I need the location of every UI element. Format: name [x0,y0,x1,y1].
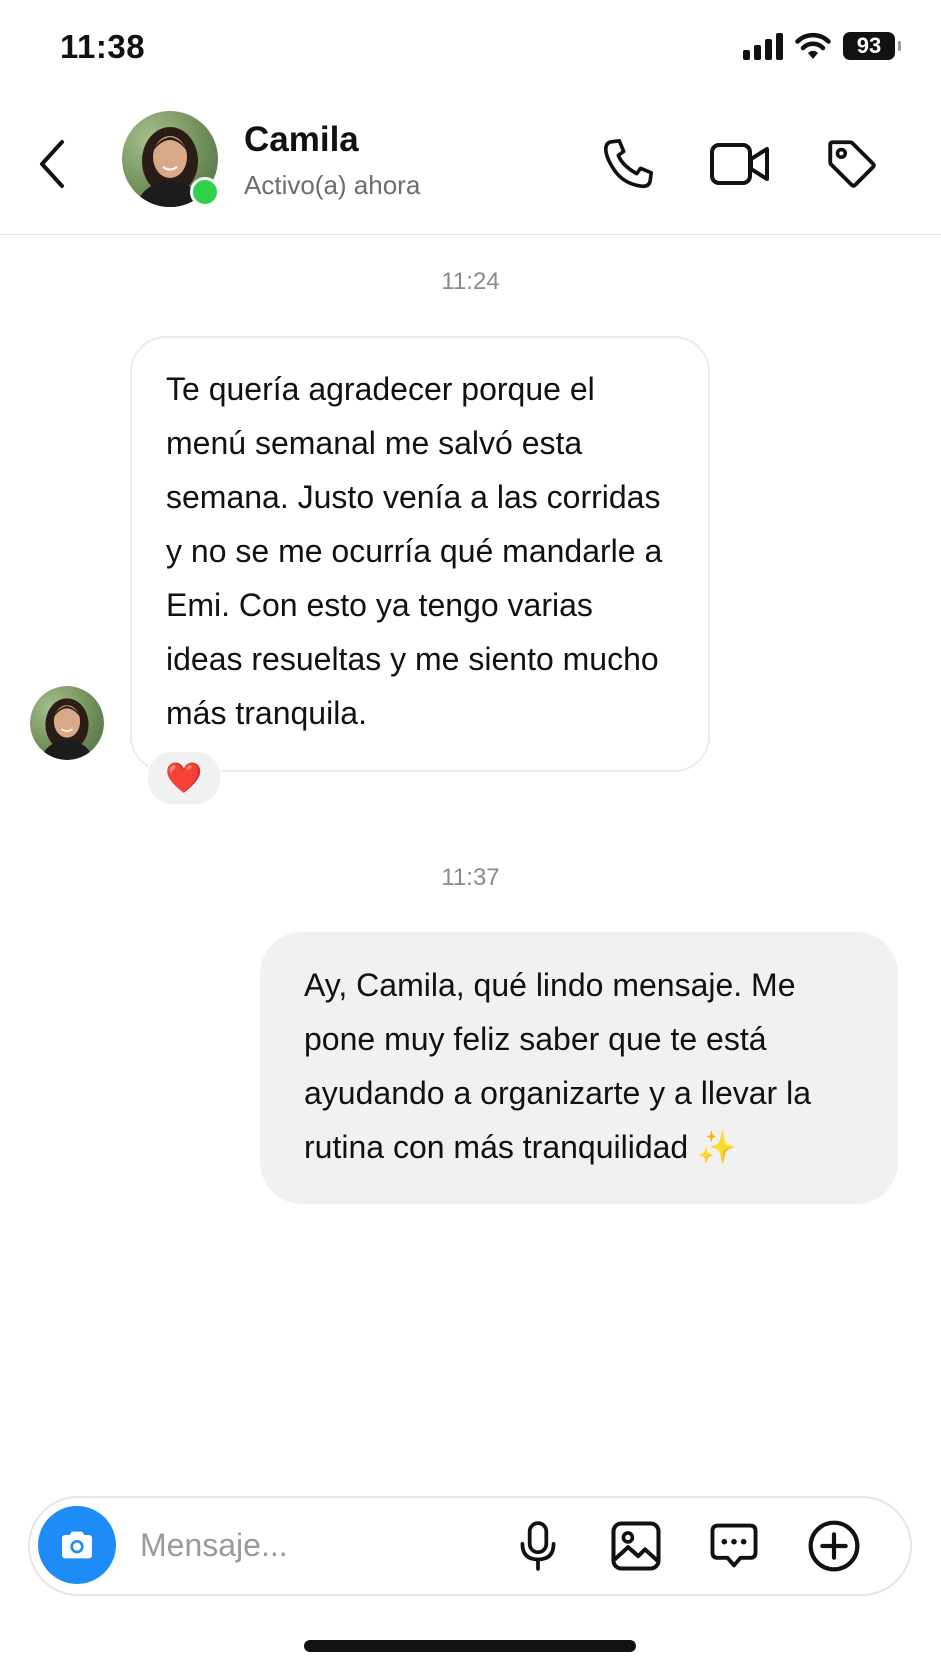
image-icon [611,1521,661,1571]
tag-icon [828,140,876,188]
call-button[interactable] [596,132,660,196]
status-time: 11:38 [60,28,146,65]
incoming-message-bubble[interactable]: Te quería agradecer porque el menú seman… [130,336,710,772]
chat-header: Camila Activo(a) ahora [0,96,941,235]
chevron-left-icon [40,140,64,188]
home-indicator[interactable] [304,1640,636,1652]
chat-bubble-icon [710,1523,758,1568]
battery-icon: 93 [843,32,901,60]
status-icons: 93 [743,32,901,60]
avatar-photo [30,686,104,760]
sender-avatar[interactable] [30,686,104,760]
camera-icon [62,1531,92,1559]
phone-icon [603,138,654,189]
microphone-icon [520,1521,556,1571]
camera-button[interactable] [38,1506,116,1584]
status-bar: 11:38 93 [0,0,941,96]
wifi-icon [795,32,831,59]
label-button[interactable] [820,132,884,196]
contact-name[interactable]: Camila [244,120,359,160]
plus-circle-icon [808,1520,860,1572]
sticker-button[interactable] [704,1516,764,1576]
outgoing-message-bubble[interactable]: Ay, Camila, qué lindo mensaje. Me pone m… [260,932,898,1204]
message-timestamp: 11:24 [441,268,500,295]
gallery-button[interactable] [606,1516,666,1576]
contact-status: Activo(a) ahora [244,170,421,200]
video-call-button[interactable] [708,132,772,196]
online-status-dot [190,177,220,207]
chat-screen: 11:38 93 Camila Activo(a) ahora 11:24 Te… [0,0,941,1672]
signal-icon [743,32,783,60]
back-button[interactable] [30,134,76,194]
voice-message-button[interactable] [508,1516,568,1576]
person-illustration [40,698,94,760]
message-composer [28,1496,912,1596]
more-options-button[interactable] [804,1516,864,1576]
message-input[interactable] [140,1522,480,1568]
contact-avatar[interactable] [122,111,220,207]
video-camera-icon [710,143,769,185]
message-timestamp: 11:37 [441,864,500,891]
heart-reaction[interactable]: ❤️ [146,750,222,806]
